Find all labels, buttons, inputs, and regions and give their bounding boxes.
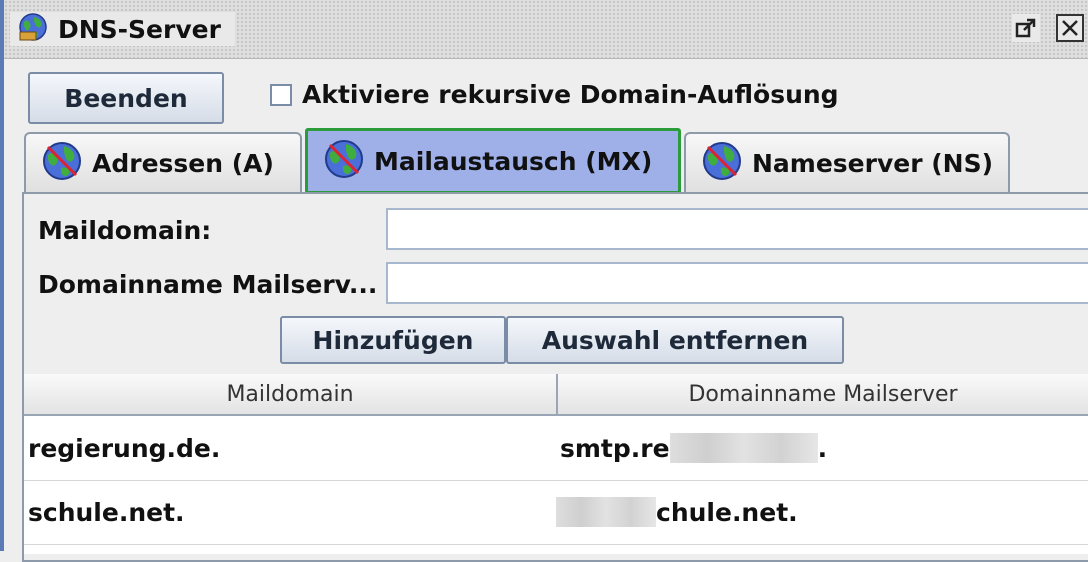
globe-dns-icon (18, 12, 48, 46)
tab-nameserver[interactable]: Nameserver (NS) (684, 132, 1010, 192)
table-header: Maildomain Domainname Mailserver (24, 374, 1088, 416)
recursive-resolution-label[interactable]: Aktiviere rekursive Domain-Auflösung (302, 80, 839, 109)
maildomain-label: Maildomain: (38, 216, 212, 245)
mailserver-label: Domainname Mailserv... (38, 270, 378, 299)
column-header-mailserver[interactable]: Domainname Mailserver (558, 374, 1088, 414)
title-area: DNS-Server (10, 12, 235, 46)
close-icon[interactable] (1056, 14, 1084, 42)
recursive-resolution-option[interactable]: Aktiviere rekursive Domain-Auflösung (270, 80, 839, 109)
mailserver-input[interactable] (386, 262, 1088, 304)
tab-addresses[interactable]: Adressen (A) (24, 132, 302, 192)
mailserver-text-end: chule.net. (656, 497, 798, 527)
table-row[interactable]: regierung.de. smtp.re . (24, 416, 1088, 481)
recursive-resolution-checkbox[interactable] (270, 83, 292, 106)
title-bar[interactable]: DNS-Server (4, 0, 1088, 59)
remove-selection-button[interactable]: Auswahl entfernen (506, 316, 844, 364)
tab-mail-exchange-label: Mailaustausch (MX) (374, 146, 653, 176)
maximize-icon[interactable] (1012, 14, 1040, 42)
tab-addresses-label: Adressen (A) (92, 148, 274, 178)
mailserver-text-start: smtp.re (560, 433, 670, 463)
table-row[interactable]: schule.net. chule.net. (24, 480, 1088, 545)
redacted-region (556, 497, 656, 527)
cell-maildomain: schule.net. (28, 497, 185, 527)
mailserver-text-end: . (817, 433, 828, 463)
maildomain-input[interactable] (386, 208, 1088, 250)
cell-maildomain: regierung.de. (28, 433, 221, 463)
mx-records-table[interactable]: Maildomain Domainname Mailserver regieru… (24, 374, 1088, 554)
add-button[interactable]: Hinzufügen (280, 316, 506, 364)
redacted-region (669, 433, 818, 463)
tab-nameserver-label: Nameserver (NS) (752, 148, 994, 178)
globe-icon (40, 139, 84, 187)
tab-mail-exchange[interactable]: Mailaustausch (MX) (305, 128, 681, 194)
dns-server-window: DNS-Server Beenden Aktiviere rekursive D… (0, 0, 1088, 562)
globe-icon (322, 137, 366, 185)
globe-icon (700, 139, 744, 187)
cell-mailserver: chule.net. (556, 480, 798, 544)
quit-button[interactable]: Beenden (28, 72, 224, 124)
column-header-maildomain[interactable]: Maildomain (24, 374, 558, 414)
window-title: DNS-Server (58, 14, 221, 44)
cell-mailserver: smtp.re . (560, 416, 827, 480)
